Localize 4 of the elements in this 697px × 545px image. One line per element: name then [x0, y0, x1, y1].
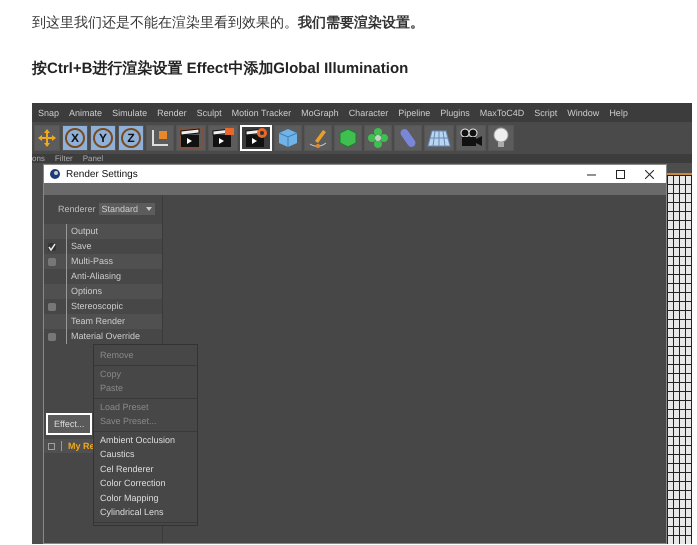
paragraph: 到这里我们还是不能在渲染里看到效果的。我们需要渲染设置。 — [32, 13, 425, 32]
heading: 按Ctrl+B进行渲染设置 Effect中添加Global Illumination — [32, 59, 410, 79]
renderer-label: Renderer — [58, 204, 96, 214]
window-title: Render Settings — [66, 168, 139, 180]
